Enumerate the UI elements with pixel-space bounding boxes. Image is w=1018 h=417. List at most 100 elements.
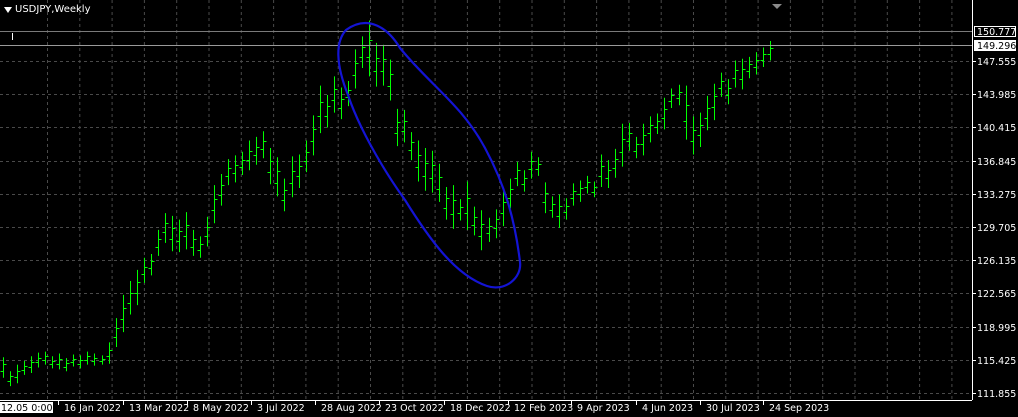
ohlc-bar <box>711 83 718 121</box>
ohlc-bar <box>197 236 204 258</box>
ohlc-bar <box>415 140 422 182</box>
ohlc-bar <box>598 154 605 188</box>
ohlc-bar <box>28 356 35 374</box>
ohlc-bar <box>767 41 774 61</box>
ohlc-bar <box>246 140 253 171</box>
ohlc-bar <box>169 215 176 252</box>
ohlc-bar <box>260 131 267 159</box>
ohlc-bar <box>612 148 619 178</box>
ohlc-bar <box>84 351 91 365</box>
ohlc-bar <box>514 161 521 187</box>
price-axis-label: 122.565 <box>977 289 1016 300</box>
ohlc-bar <box>668 88 675 108</box>
ohlc-bar <box>373 42 380 87</box>
chart-window[interactable]: 147.555 143.985 140.415 136.845 133.275 129.7… <box>0 0 1018 417</box>
time-axis-label: 9 Apr 2023 <box>577 403 630 414</box>
ohlc-bar <box>148 254 155 276</box>
ohlc-bar <box>218 174 225 206</box>
grid-lines <box>0 0 972 400</box>
ohlc-bar <box>457 199 464 221</box>
ohlc-bar <box>493 209 500 239</box>
time-axis-label: 23 Oct 2022 <box>385 403 444 414</box>
ohlc-bar <box>535 157 542 176</box>
ohlc-bar <box>486 217 493 242</box>
ohlc-bar <box>394 108 401 147</box>
ohlc-bars <box>0 20 774 387</box>
symbol-title-text: USDJPY,Weekly <box>15 4 91 15</box>
ohlc-bar <box>289 156 296 198</box>
ohlc-bar <box>317 85 324 134</box>
ohlc-bar <box>739 58 746 90</box>
ohlc-bar <box>422 147 429 191</box>
ohlc-bar <box>91 353 98 366</box>
time-axis-label: 30 Jul 2023 <box>706 403 760 414</box>
ohlc-bar <box>366 20 373 77</box>
ohlc-bar <box>661 97 668 130</box>
ohlc-bar <box>521 170 528 192</box>
price-axis-label: 136.845 <box>977 157 1016 168</box>
ohlc-bar <box>120 294 127 333</box>
time-axis-label: 13 Mar 2022 <box>129 403 189 414</box>
ohlc-bar <box>141 257 148 283</box>
time-axis-label: 28 Aug 2022 <box>321 403 382 414</box>
ohlc-bar <box>70 354 77 367</box>
ohlc-bar <box>204 216 211 247</box>
ohlc-bar <box>654 113 661 135</box>
ohlc-bar <box>232 155 239 183</box>
ohlc-bar <box>267 147 274 185</box>
ohlc-bar <box>577 180 584 202</box>
drawn-ellipse-annotation[interactable] <box>337 22 522 289</box>
ohlc-bar <box>556 194 563 228</box>
ohlc-bar <box>549 196 556 218</box>
ohlc-bar <box>725 79 732 105</box>
ohlc-bar <box>7 371 14 387</box>
ohlc-bar <box>21 360 28 375</box>
ohlc-bar <box>471 206 478 236</box>
price-axis-label: 115.425 <box>977 356 1016 367</box>
current-price-tag: 149.296 <box>974 39 1016 52</box>
time-axis-label: 12 Feb 2023 <box>514 403 573 414</box>
price-chart[interactable]: 147.555 143.985 140.415 136.845 133.275 129.7… <box>0 0 1018 417</box>
triangle-down-icon[interactable] <box>4 6 12 13</box>
ohlc-bar <box>14 364 21 384</box>
ohlc-bar <box>760 47 767 68</box>
time-axis-label: 16 Jan 2022 <box>64 403 121 414</box>
symbol-title[interactable]: USDJPY,Weekly <box>4 4 91 15</box>
ohlc-bar <box>697 112 704 148</box>
chart-shift-marker-icon[interactable] <box>772 4 782 9</box>
ohlc-bar <box>464 181 471 230</box>
ohlc-bar <box>746 56 753 79</box>
ohlc-bar <box>127 280 134 315</box>
price-axis: 147.555 143.985 140.415 136.845 133.275 129.7… <box>972 57 1016 400</box>
ohlc-bar <box>190 229 197 256</box>
ohlc-bar <box>338 87 345 120</box>
price-axis-label: 129.705 <box>977 223 1016 234</box>
ohlc-bar <box>605 160 612 188</box>
time-axis-label: 8 May 2022 <box>193 403 249 414</box>
price-axis-label: 147.555 <box>977 57 1016 68</box>
ohlc-bar <box>225 159 232 186</box>
ohlc-bar <box>704 95 711 131</box>
time-axis-label: 18 Dec 2022 <box>450 403 511 414</box>
ohlc-bar <box>676 84 683 106</box>
ohlc-bar <box>633 136 640 159</box>
ohlc-bar <box>584 175 591 194</box>
ohlc-bar <box>49 356 56 369</box>
price-axis-label: 126.135 <box>977 256 1016 267</box>
ohlc-bar <box>380 44 387 86</box>
time-axis: 12.05 0:00 16 Jan 2022 13 Mar 2022 8 May 20… <box>0 400 829 414</box>
ohlc-bar <box>352 49 359 89</box>
ohlc-bar <box>619 123 626 167</box>
ohlc-bar <box>690 116 697 155</box>
price-axis-label: 111.855 <box>977 389 1016 400</box>
ohlc-bar <box>113 318 120 348</box>
ohlc-bar <box>443 187 450 220</box>
ohlc-bar <box>155 229 162 256</box>
ohlc-bar <box>303 140 310 173</box>
ohlc-bar <box>640 123 647 156</box>
ohlc-bar <box>274 157 281 197</box>
ohlc-bar <box>408 132 415 161</box>
price-axis-label: 133.275 <box>977 190 1016 201</box>
ohlc-bar <box>183 212 190 250</box>
ohlc-bar <box>296 154 303 188</box>
